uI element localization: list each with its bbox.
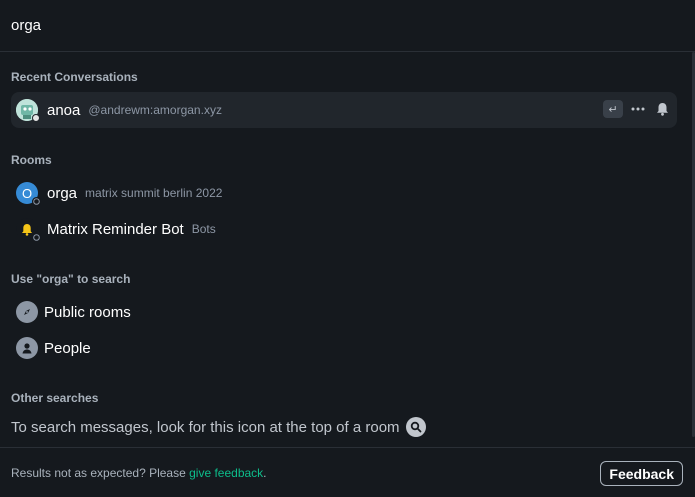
avatar — [16, 99, 40, 122]
row-actions: ↵ — [603, 100, 671, 118]
give-feedback-link[interactable]: give feedback — [189, 466, 263, 480]
footer-prompt: Results not as expected? Please — [11, 466, 190, 480]
feedback-button[interactable]: Feedback — [600, 461, 683, 486]
footer-text: Results not as expected? Please give fee… — [11, 466, 267, 480]
bell-avatar-icon — [21, 223, 33, 236]
recent-conversation-row[interactable]: anoa @andrewm:amorgan.xyz ↵ — [11, 92, 677, 128]
people-label: People — [44, 339, 91, 357]
search-bar — [0, 0, 695, 52]
footer: Results not as expected? Please give fee… — [0, 447, 695, 497]
conversation-name: anoa — [47, 101, 81, 119]
search-input[interactable] — [11, 14, 671, 36]
recent-conversations-title: Recent Conversations — [11, 70, 138, 84]
room-name-wrap: Matrix Reminder Bot Bots — [47, 211, 216, 247]
room-row-orga[interactable]: O orga matrix summit berlin 2022 — [11, 175, 677, 211]
footer-suffix: . — [263, 466, 267, 480]
public-rooms-option[interactable]: Public rooms — [11, 294, 131, 330]
more-options-icon[interactable] — [629, 100, 647, 118]
notification-bell-icon[interactable] — [653, 100, 671, 118]
room-description: Bots — [191, 222, 216, 236]
room-name: Matrix Reminder Bot — [47, 220, 184, 238]
room-row-reminder-bot[interactable]: Matrix Reminder Bot Bots — [11, 211, 677, 247]
public-room-badge-icon — [32, 233, 41, 242]
public-rooms-label: Public rooms — [44, 303, 131, 321]
person-icon — [16, 337, 38, 359]
room-avatar-letter: O — [21, 185, 33, 201]
room-name-wrap: orga matrix summit berlin 2022 — [47, 175, 222, 211]
people-option[interactable]: People — [11, 330, 91, 366]
other-searches-title: Other searches — [11, 391, 99, 405]
use-search-title: Use "orga" to search — [11, 272, 131, 286]
compass-icon — [16, 301, 38, 323]
conversation-handle: @andrewm:amorgan.xyz — [88, 103, 222, 117]
conversation-name-wrap: anoa @andrewm:amorgan.xyz — [47, 92, 222, 128]
room-avatar: O — [16, 182, 41, 206]
room-avatar — [16, 218, 41, 242]
search-icon — [405, 417, 426, 437]
room-name: orga — [47, 184, 78, 202]
search-tip: To search messages, look for this icon a… — [11, 417, 426, 437]
search-tip-text: To search messages, look for this icon a… — [11, 418, 400, 436]
rooms-title: Rooms — [11, 153, 52, 167]
room-description: matrix summit berlin 2022 — [85, 186, 223, 200]
enter-key-hint: ↵ — [603, 100, 623, 118]
public-room-badge-icon — [32, 197, 41, 206]
presence-indicator — [32, 114, 40, 122]
